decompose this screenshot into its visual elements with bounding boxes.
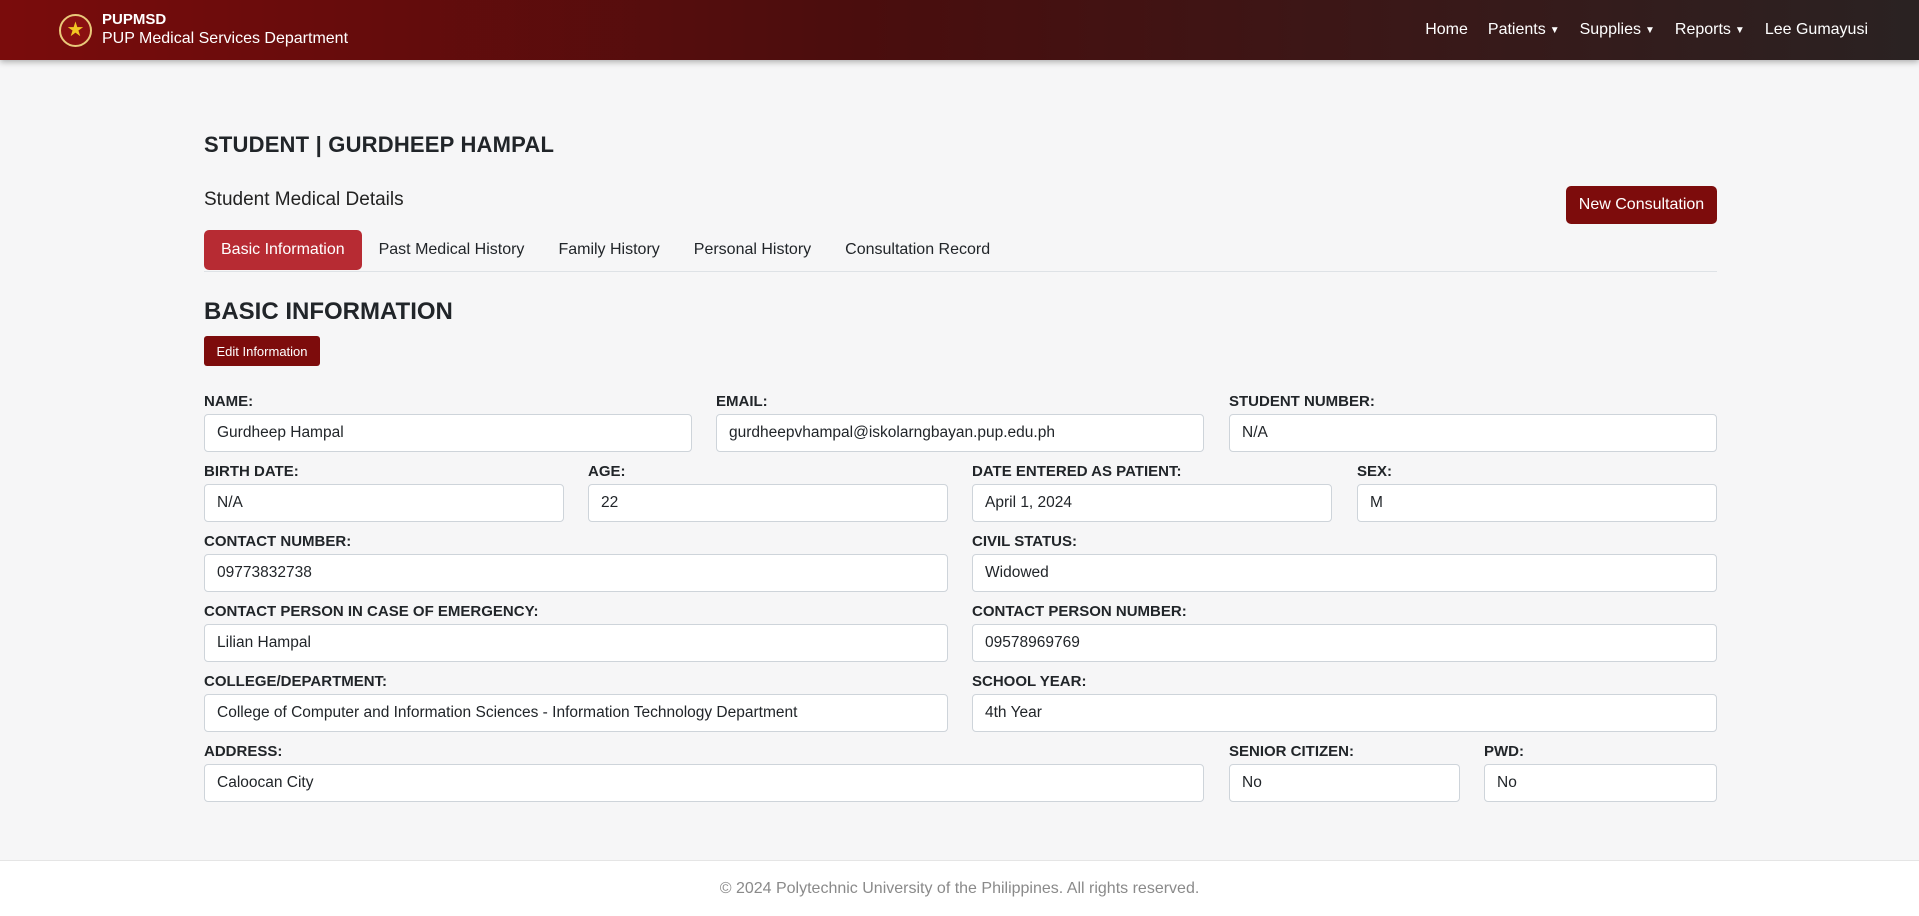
tab-basic-information[interactable]: Basic Information xyxy=(204,230,362,270)
email-field-group: EMAIL: gurdheepvhampal@iskolarngbayan.pu… xyxy=(716,392,1204,452)
civil-status-field[interactable]: Widowed xyxy=(972,554,1717,592)
top-navbar: ★ PUPMSD PUP Medical Services Department… xyxy=(0,0,1919,60)
user-name: Lee Gumayusi xyxy=(1764,21,1868,38)
student-number-field[interactable]: N/A xyxy=(1229,414,1717,452)
sex-field-group: SEX: M xyxy=(1357,462,1717,522)
nav-supplies-label: Supplies xyxy=(1579,21,1641,38)
nav-reports-label: Reports xyxy=(1674,21,1731,38)
new-consultation-button[interactable]: New Consultation xyxy=(1566,186,1717,224)
section-title: BASIC INFORMATION xyxy=(204,298,453,325)
nav-patients-dropdown[interactable]: Patients ▼ xyxy=(1488,21,1560,39)
date-entered-field[interactable]: April 1, 2024 xyxy=(972,484,1332,522)
pwd-field[interactable]: No xyxy=(1484,764,1717,802)
pup-seal-icon: ★ xyxy=(59,13,92,47)
address-field-group: ADDRESS: Caloocan City xyxy=(204,742,1204,802)
age-field[interactable]: 22 xyxy=(588,484,948,522)
page-title: STUDENT | GURDHEEP HAMPAL xyxy=(204,132,555,157)
birth-date-field[interactable]: N/A xyxy=(204,484,564,522)
emergency-contact-label: CONTACT PERSON IN CASE OF EMERGENCY: xyxy=(204,603,539,620)
senior-citizen-label: SENIOR CITIZEN: xyxy=(1229,743,1355,760)
tab-consultation-record[interactable]: Consultation Record xyxy=(828,230,1007,270)
college-label: COLLEGE/DEPARTMENT: xyxy=(204,673,388,690)
brand[interactable]: ★ PUPMSD PUP Medical Services Department xyxy=(59,11,348,49)
contact-number-label: CONTACT NUMBER: xyxy=(204,533,352,550)
page-subtitle: Student Medical Details xyxy=(204,189,404,210)
civil-status-label: CIVIL STATUS: xyxy=(972,533,1077,550)
email-field[interactable]: gurdheepvhampal@iskolarngbayan.pup.edu.p… xyxy=(716,414,1204,452)
emergency-number-field[interactable]: 09578969769 xyxy=(972,624,1717,662)
nav-supplies-dropdown[interactable]: Supplies ▼ xyxy=(1580,21,1655,39)
tab-past-medical-history[interactable]: Past Medical History xyxy=(362,230,542,270)
address-label: ADDRESS: xyxy=(204,743,283,760)
school-year-label: SCHOOL YEAR: xyxy=(972,673,1087,690)
sex-field[interactable]: M xyxy=(1357,484,1717,522)
emergency-contact-field[interactable]: Lilian Hampal xyxy=(204,624,948,662)
nav-home-label: Home xyxy=(1425,21,1468,38)
footer: © 2024 Polytechnic University of the Phi… xyxy=(0,860,1919,916)
student-number-label: STUDENT NUMBER: xyxy=(1229,393,1375,410)
nav-home[interactable]: Home xyxy=(1425,21,1468,39)
senior-citizen-field-group: SENIOR CITIZEN: No xyxy=(1229,742,1460,802)
age-field-group: AGE: 22 xyxy=(588,462,948,522)
sex-label: SEX: xyxy=(1357,463,1393,480)
college-field[interactable]: College of Computer and Information Scie… xyxy=(204,694,948,732)
name-field-group: NAME: Gurdheep Hampal xyxy=(204,392,692,452)
birth-date-field-group: BIRTH DATE: N/A xyxy=(204,462,564,522)
student-number-field-group: STUDENT NUMBER: N/A xyxy=(1229,392,1717,452)
copyright-text: © 2024 Polytechnic University of the Phi… xyxy=(719,879,1200,897)
pwd-field-group: PWD: No xyxy=(1484,742,1717,802)
edit-information-button[interactable]: Edit Information xyxy=(204,336,320,366)
emergency-contact-field-group: CONTACT PERSON IN CASE OF EMERGENCY: Lil… xyxy=(204,602,948,662)
senior-citizen-field[interactable]: No xyxy=(1229,764,1460,802)
brand-full-name: PUP Medical Services Department xyxy=(102,30,349,47)
nav-user-menu[interactable]: Lee Gumayusi xyxy=(1765,21,1868,39)
date-entered-label: DATE ENTERED AS PATIENT: xyxy=(972,463,1182,480)
civil-status-field-group: CIVIL STATUS: Widowed xyxy=(972,532,1717,592)
tab-family-history[interactable]: Family History xyxy=(541,230,676,270)
address-field[interactable]: Caloocan City xyxy=(204,764,1204,802)
college-field-group: COLLEGE/DEPARTMENT: College of Computer … xyxy=(204,672,948,732)
tab-bar: Basic Information Past Medical History F… xyxy=(204,230,1717,272)
nav-links: Home Patients ▼ Supplies ▼ Reports ▼ Lee Gu… xyxy=(1425,21,1868,39)
email-label: EMAIL: xyxy=(716,393,768,410)
name-label: NAME: xyxy=(204,393,254,410)
contact-number-field[interactable]: 09773832738 xyxy=(204,554,948,592)
date-entered-field-group: DATE ENTERED AS PATIENT: April 1, 2024 xyxy=(972,462,1332,522)
brand-short-name: PUPMSD xyxy=(102,11,167,28)
caret-down-icon: ▼ xyxy=(1549,24,1560,36)
contact-number-field-group: CONTACT NUMBER: 09773832738 xyxy=(204,532,948,592)
age-label: AGE: xyxy=(588,463,626,480)
school-year-field[interactable]: 4th Year xyxy=(972,694,1717,732)
name-field[interactable]: Gurdheep Hampal xyxy=(204,414,692,452)
caret-down-icon: ▼ xyxy=(1644,24,1655,36)
birth-date-label: BIRTH DATE: xyxy=(204,463,299,480)
nav-reports-dropdown[interactable]: Reports ▼ xyxy=(1675,21,1745,39)
caret-down-icon: ▼ xyxy=(1734,24,1745,36)
emergency-number-field-group: CONTACT PERSON NUMBER: 09578969769 xyxy=(972,602,1717,662)
emergency-number-label: CONTACT PERSON NUMBER: xyxy=(972,603,1187,620)
nav-patients-label: Patients xyxy=(1487,21,1546,38)
tab-personal-history[interactable]: Personal History xyxy=(677,230,828,270)
pwd-label: PWD: xyxy=(1484,743,1524,760)
school-year-field-group: SCHOOL YEAR: 4th Year xyxy=(972,672,1717,732)
